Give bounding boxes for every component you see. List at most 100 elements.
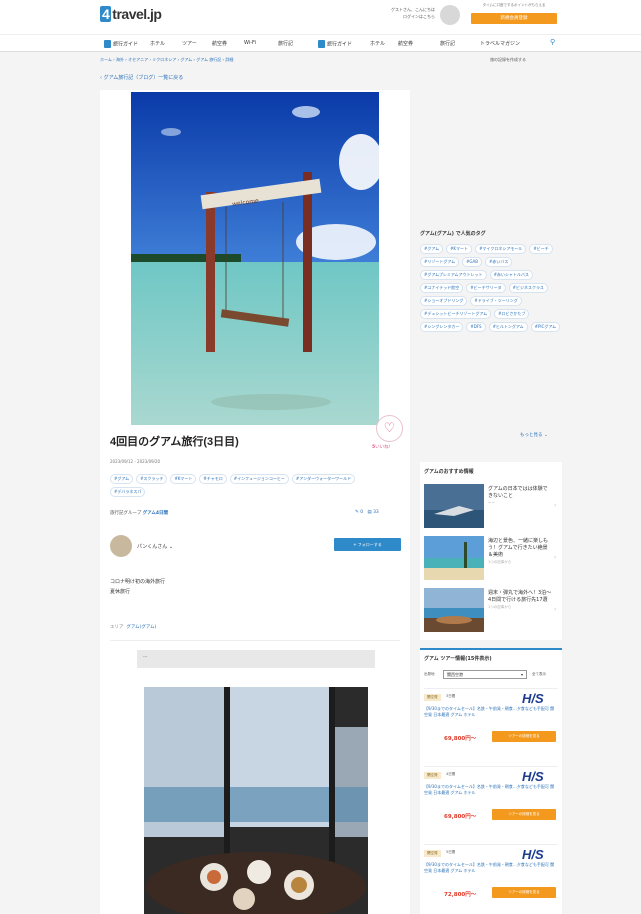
trip-group-label: 旅行記グループ bbox=[110, 511, 142, 516]
his-logo: H/S bbox=[522, 769, 544, 784]
article-tag[interactable]: #グアム bbox=[110, 474, 134, 484]
recommend-item[interactable]: グアムの日本ではは体験できないこと ーー › bbox=[424, 484, 558, 530]
more-tags-link[interactable]: もっと見る ⌄ bbox=[520, 432, 548, 438]
popular-tag[interactable]: #ヒルトングアム bbox=[488, 322, 528, 332]
show-all-link[interactable]: 全て表示 bbox=[532, 672, 546, 677]
author-label: パンくんさん bbox=[137, 544, 168, 550]
restaurant-photo[interactable] bbox=[144, 687, 368, 914]
tour-detail-button[interactable]: ツアーの詳細を見る bbox=[492, 731, 556, 742]
chevron-right-icon: › bbox=[554, 502, 557, 509]
nav-guide-2[interactable]: 旅行ガイド bbox=[318, 40, 352, 48]
tour-badge: 関空発 bbox=[424, 850, 441, 857]
swing-photo[interactable]: welcome bbox=[131, 92, 379, 425]
nav-wifi[interactable]: Wi-Fi bbox=[244, 40, 256, 46]
tour-desc[interactable]: 【9/30までのタイムセール】名鉄・午前発・朝食…夕食なども手配可 関空発 日本… bbox=[424, 706, 558, 718]
breadcrumb[interactable]: ホーム › 海外 › オセアニア › ミクロネシア › グアム › グアム 旅行… bbox=[100, 57, 233, 63]
recommend-sub: 1つの記事から bbox=[488, 560, 512, 564]
article-tag[interactable]: #Kマート bbox=[170, 474, 197, 484]
recommend-title: 週末・弾丸で海外へ！3泊〜4日間で行ける旅行先17選 bbox=[488, 590, 552, 603]
popular-tag[interactable]: #グアムプレミアムアウトレット bbox=[420, 270, 487, 280]
follow-button[interactable]: + フォローする bbox=[334, 538, 401, 551]
recommend-sub: 1つの記事から bbox=[488, 605, 512, 609]
like-count: 5いいね! bbox=[372, 444, 390, 450]
departure-label: 出発地 bbox=[424, 672, 435, 676]
popular-tag[interactable]: #ビーチサリーヌ bbox=[466, 283, 506, 293]
author-avatar[interactable] bbox=[110, 535, 132, 557]
trip-group[interactable]: 旅行記グループ グアム4日間 bbox=[110, 510, 168, 516]
comment-photo-counts: ✎ 0 ▤ 33 bbox=[355, 510, 379, 515]
popular-tag[interactable]: #シングレンタカー bbox=[420, 322, 464, 332]
nav-label: 旅行ガイド bbox=[327, 41, 353, 48]
area-link[interactable]: グアム(グアム) bbox=[126, 625, 156, 630]
nav-hotel-2[interactable]: ホテル bbox=[370, 40, 385, 47]
popular-tag[interactable]: #赤いバス bbox=[485, 257, 513, 267]
popular-tag[interactable]: #リゾートグアム bbox=[420, 257, 460, 267]
author-name[interactable]: パンくんさん ⌄ bbox=[137, 543, 173, 550]
article-card: welcome bbox=[100, 90, 410, 914]
popular-tag[interactable]: #ビーチ bbox=[529, 244, 553, 254]
recommend-thumb bbox=[424, 588, 484, 632]
article-tag[interactable]: #アンダーウォーターワールド bbox=[291, 474, 356, 484]
popular-tag[interactable]: #ビジネスクラス bbox=[508, 283, 548, 293]
tour-item[interactable]: 関空発 5日間 H/S 【9/30までのタイムセール】名鉄・午前発・朝食…夕食な… bbox=[424, 844, 558, 908]
recommend-item[interactable]: 週末・弾丸で海外へ！3泊〜4日間で行ける旅行先17選 1つの記事から › bbox=[424, 588, 558, 634]
site-logo[interactable]: 4 travel.jp bbox=[100, 6, 162, 22]
popular-tag[interactable]: #Kマート bbox=[446, 244, 473, 254]
tour-desc[interactable]: 【9/30までのタイムセール】名鉄・午前発・朝食…夕食なども手配可 関空発 日本… bbox=[424, 862, 558, 874]
nav-label: 旅行ガイド bbox=[113, 41, 139, 48]
popular-tag[interactable]: #ショーオブドリング bbox=[420, 296, 468, 306]
article-tag[interactable]: #デバラネスパ bbox=[110, 487, 146, 497]
popular-tag[interactable]: #ユナイテッド航空 bbox=[420, 283, 464, 293]
popular-tag[interactable]: #グアム bbox=[420, 244, 444, 254]
more-label: もっと見る bbox=[520, 433, 543, 438]
user-avatar-icon[interactable] bbox=[440, 5, 460, 25]
area-label: エリア bbox=[110, 625, 124, 630]
nav-magazine[interactable]: トラベルマガジン bbox=[480, 40, 520, 47]
tour-detail-button[interactable]: ツアーの詳細を見る bbox=[492, 887, 556, 898]
search-icon[interactable]: ⚲ bbox=[550, 38, 555, 46]
nav-hotel[interactable]: ホテル bbox=[150, 40, 165, 47]
popular-tag[interactable]: #ドライブ・ツーリング bbox=[470, 296, 522, 306]
popular-tag[interactable]: #GAB bbox=[462, 257, 483, 267]
article-tags: #グアム #スクラッチ #Kマート #チャモロ #インフュージョンコーヒー #アンダーウォ… bbox=[110, 474, 390, 497]
popular-tag[interactable]: #ロビさかたブ bbox=[494, 309, 530, 319]
recommend-heading: グアムのおすすめ情報 bbox=[424, 469, 474, 475]
guide-icon bbox=[104, 40, 111, 48]
nav-travelogue-2[interactable]: 旅行記 bbox=[440, 40, 455, 47]
tour-price: 69,800円〜 bbox=[444, 736, 477, 742]
tour-badge: 関空発 bbox=[424, 694, 441, 701]
tour-item[interactable]: 関空発 3日間 H/S 【9/30までのタイムセール】名鉄・午前発・朝食…夕食な… bbox=[424, 688, 558, 752]
article-title: 4回目のグアム旅行(3日目) bbox=[110, 436, 239, 448]
popular-tag[interactable]: #赤いシャトルバス bbox=[489, 270, 533, 280]
tour-item[interactable]: 関空発 4日間 H/S 【9/30までのタイムセール】名鉄・午前発・朝食…夕食な… bbox=[424, 766, 558, 830]
tour-detail-button[interactable]: ツアーの詳細を見る bbox=[492, 809, 556, 820]
nav-tour[interactable]: ツアー bbox=[182, 40, 197, 47]
nav-flight[interactable]: 航空券 bbox=[212, 40, 227, 47]
article-tag[interactable]: #チャモロ bbox=[199, 474, 227, 484]
guide-icon bbox=[318, 40, 325, 48]
signup-button[interactable]: 新規会員登録 bbox=[471, 13, 557, 24]
recommend-thumb bbox=[424, 536, 484, 580]
popular-tag[interactable]: #マイクロネシアモール bbox=[475, 244, 527, 254]
article-tag[interactable]: #インフュージョンコーヒー bbox=[229, 474, 289, 484]
nav-guide[interactable]: 旅行ガイド bbox=[104, 40, 138, 48]
like-heart-icon[interactable]: ♡ bbox=[376, 415, 403, 442]
tour-price: 69,800円〜 bbox=[444, 814, 477, 820]
popular-tag[interactable]: #DFS bbox=[466, 322, 486, 332]
login-link[interactable]: ログインはこちら bbox=[360, 13, 435, 20]
nav-travelogue[interactable]: 旅行記 bbox=[278, 40, 293, 47]
departure-select[interactable]: 関西空港 ▾ bbox=[443, 670, 527, 679]
recommend-item[interactable]: 海辺と景色、一緒に楽しもう！グアムで行きたい絶景＆美術 1つの記事から › bbox=[424, 536, 558, 582]
tour-badge: 関空発 bbox=[424, 772, 441, 779]
article-body: コロナ明け初の海外旅行 夏休旅行 bbox=[110, 577, 165, 597]
create-trip-link[interactable]: 旅の記録を作成する bbox=[490, 57, 526, 63]
popular-tag[interactable]: #デュシットビーチリゾートグアム bbox=[420, 309, 492, 319]
his-logo: H/S bbox=[522, 691, 544, 706]
nav-flight-2[interactable]: 航空券 bbox=[398, 40, 413, 47]
tour-desc[interactable]: 【9/30までのタイムセール】名鉄・午前発・朝食…夕食なども手配可 関空発 日本… bbox=[424, 784, 558, 796]
back-link[interactable]: ‹ グアム旅行記（ブログ）一覧に戻る bbox=[100, 74, 183, 81]
logo-text: travel.jp bbox=[112, 6, 162, 22]
chevron-down-icon: ⌄ bbox=[168, 544, 174, 550]
popular-tag[interactable]: #PICグアム bbox=[530, 322, 561, 332]
article-tag[interactable]: #スクラッチ bbox=[136, 474, 168, 484]
